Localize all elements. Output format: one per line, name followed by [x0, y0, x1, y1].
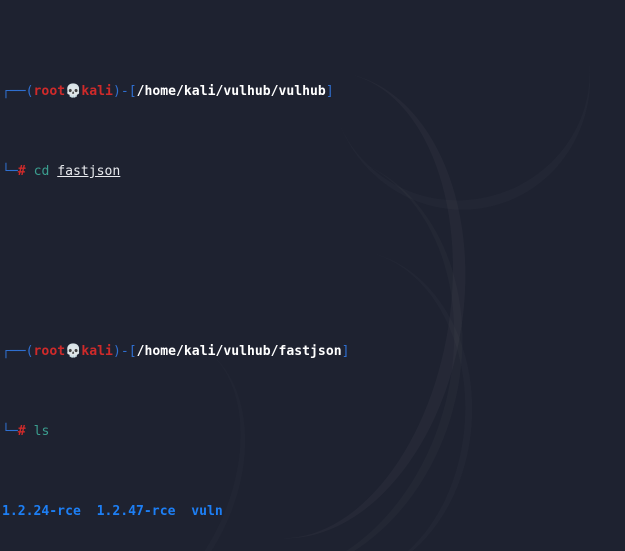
- skull-icon: 💀: [65, 344, 82, 359]
- prompt-paren-open: (: [25, 84, 34, 99]
- prompt-host: kali: [81, 84, 113, 99]
- prompt-sigil: #: [17, 424, 26, 439]
- terminal-window[interactable]: ┌──(root💀kali)-[/home/kali/vulhub/vulhub…: [0, 0, 625, 551]
- command-name: cd: [33, 164, 50, 179]
- prompt-sigil: #: [17, 164, 26, 179]
- dir-entry-1224-rce[interactable]: 1.2.24-rce: [2, 504, 81, 519]
- prompt-cwd: /home/kali/vulhub/vulhub: [136, 84, 326, 99]
- prompt-paren-close: ): [112, 84, 121, 99]
- prompt-user: root: [33, 344, 66, 359]
- command-line-2[interactable]: └─# ls: [2, 422, 625, 442]
- prompt-line-1: ┌──(root💀kali)-[/home/kali/vulhub/vulhub…: [2, 82, 625, 102]
- prompt-paren-close: ): [112, 344, 121, 359]
- prompt-branch-top-icon: ┌──: [2, 84, 26, 99]
- prompt-paren-open: (: [25, 344, 34, 359]
- prompt-branch-bottom-icon: └─: [2, 164, 18, 179]
- dir-entry-1247-rce[interactable]: 1.2.47-rce: [97, 504, 176, 519]
- skull-icon: 💀: [65, 84, 82, 99]
- prompt-user: root: [33, 84, 66, 99]
- prompt-branch-bottom-icon: └─: [2, 424, 18, 439]
- prompt-line-2: ┌──(root💀kali)-[/home/kali/vulhub/fastjs…: [2, 342, 625, 362]
- prompt-bracket-close: ]: [325, 84, 334, 99]
- command-argument: fastjson: [57, 164, 121, 179]
- prompt-branch-top-icon: ┌──: [2, 344, 26, 359]
- prompt-bracket-open: [: [128, 344, 137, 359]
- prompt-dash: -: [120, 344, 129, 359]
- prompt-dash: -: [120, 84, 129, 99]
- prompt-bracket-open: [: [128, 84, 137, 99]
- prompt-cwd: /home/kali/vulhub/fastjson: [136, 344, 342, 359]
- command-line-1[interactable]: └─# cd fastjson: [2, 162, 625, 182]
- prompt-host: kali: [81, 344, 113, 359]
- prompt-bracket-close: ]: [341, 344, 350, 359]
- ls-output-directories: 1.2.24-rce 1.2.47-rce vuln: [2, 502, 625, 522]
- dir-entry-vuln[interactable]: vuln: [191, 504, 223, 519]
- command-name: ls: [33, 424, 50, 439]
- terminal-screen[interactable]: ┌──(root💀kali)-[/home/kali/vulhub/vulhub…: [0, 0, 625, 551]
